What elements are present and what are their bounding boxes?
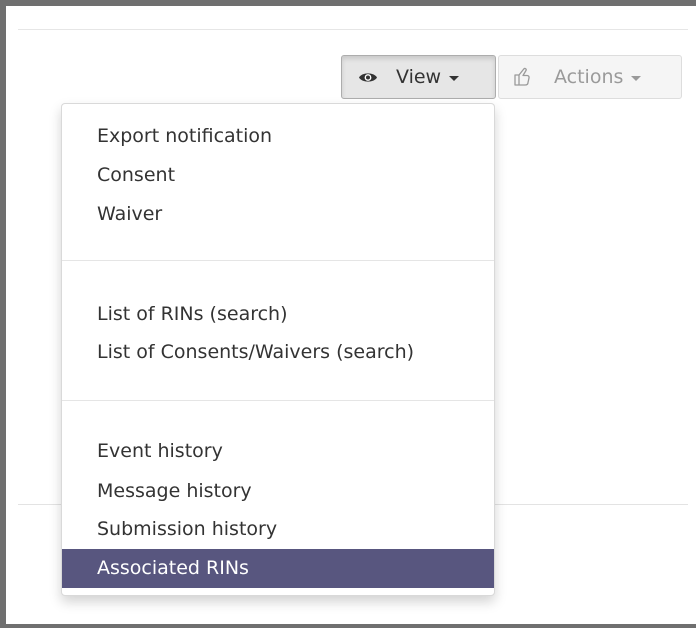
- menu-item-message-history[interactable]: Message history: [62, 472, 494, 511]
- menu-item-submission-history[interactable]: Submission history: [62, 510, 494, 549]
- chevron-down-icon: [631, 76, 642, 81]
- menu-divider: [62, 400, 494, 401]
- menu-item-event-history[interactable]: Event history: [62, 432, 494, 471]
- menu-item-list-of-consents-waivers[interactable]: List of Consents/Waivers (search): [62, 333, 494, 372]
- menu-item-export-notification[interactable]: Export notification: [62, 117, 494, 156]
- menu-item-list-of-rins[interactable]: List of RINs (search): [62, 295, 494, 334]
- hand-pointer-icon: [513, 67, 537, 87]
- view-dropdown-button[interactable]: View: [341, 55, 496, 99]
- view-dropdown-menu: Export notification Consent Waiver List …: [61, 103, 495, 596]
- actions-button-label: Actions: [554, 66, 624, 88]
- view-button-label: View: [396, 66, 442, 88]
- chevron-down-icon: [449, 76, 460, 81]
- menu-divider: [62, 260, 494, 261]
- menu-item-waiver[interactable]: Waiver: [62, 195, 494, 234]
- menu-item-consent[interactable]: Consent: [62, 156, 494, 195]
- top-divider: [18, 29, 688, 30]
- actions-dropdown-button[interactable]: Actions: [498, 55, 682, 99]
- eye-icon: [358, 71, 378, 84]
- menu-item-associated-rins[interactable]: Associated RINs: [62, 549, 494, 588]
